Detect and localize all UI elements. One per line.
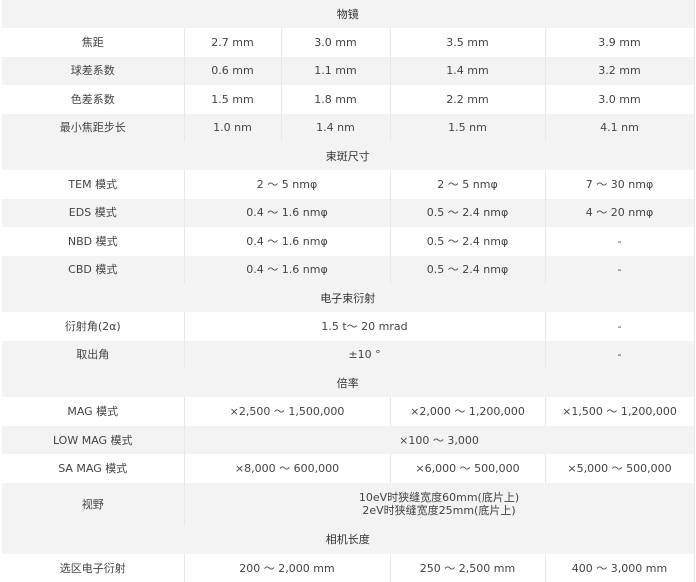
value-cell: 250 ～ 2,500 mm xyxy=(390,554,546,582)
table-row: 视野 10eV时狭缝宽度60mm(底片上) 2eV时狭缝宽度25mm(底片上) xyxy=(2,482,695,526)
value-cell: ×1,500 ～ 1,200,000 xyxy=(545,397,695,426)
row-label: 选区电子衍射 xyxy=(2,554,185,582)
value-cell: 3.9 mm xyxy=(545,28,695,57)
row-label: 色差系数 xyxy=(2,85,185,114)
row-label: 衍射角(2α) xyxy=(2,312,185,341)
table-row: TEM 模式 2 ～ 5 nmφ 2 ～ 5 nmφ 7 ～ 30 nmφ xyxy=(2,170,695,199)
value-cell: 400 ～ 3,000 mm xyxy=(545,554,695,582)
value-cell: 10eV时狭缝宽度60mm(底片上) 2eV时狭缝宽度25mm(底片上) xyxy=(184,482,695,526)
row-label: 视野 xyxy=(2,482,185,526)
row-label: 最小焦距步长 xyxy=(2,113,185,142)
row-label: TEM 模式 xyxy=(2,170,185,199)
value-cell: 0.5 ～ 2.4 nmφ xyxy=(390,198,546,228)
value-cell: 3.5 mm xyxy=(390,28,546,57)
value-cell: 0.5 ～ 2.4 nmφ xyxy=(390,227,546,256)
value-cell: - xyxy=(545,227,695,256)
value-line: 10eV时狭缝宽度60mm(底片上) xyxy=(358,491,520,505)
value-cell: 1.8 mm xyxy=(281,85,391,114)
value-cell: 1.5 nm xyxy=(390,113,546,142)
value-cell: ±10 ° xyxy=(184,340,546,370)
table-row: 色差系数 1.5 mm 1.8 mm 2.2 mm 3.0 mm xyxy=(2,85,695,114)
value-cell: 1.4 mm xyxy=(390,56,546,86)
table-row: 焦距 2.7 mm 3.0 mm 3.5 mm 3.9 mm xyxy=(2,28,695,57)
value-cell: - xyxy=(545,312,695,341)
section-header-row: 电子束衍射 xyxy=(2,283,695,313)
table-row: CBD 模式 0.4 ～ 1.6 nmφ 0.5 ～ 2.4 nmφ - xyxy=(2,255,695,284)
value-cell: 3.0 mm xyxy=(545,85,695,114)
section-header-row: 相机长度 xyxy=(2,525,695,555)
value-cell: ×5,000 ～ 500,000 xyxy=(545,454,695,483)
row-label: EDS 模式 xyxy=(2,198,185,228)
section-title: 物镜 xyxy=(2,0,695,29)
row-label: 球差系数 xyxy=(2,56,185,86)
value-cell: 4 ～ 20 nmφ xyxy=(545,198,695,228)
value-cell: 7 ～ 30 nmφ xyxy=(545,170,695,199)
table-row: 衍射角(2α) 1.5 t～ 20 mrad - xyxy=(2,312,695,341)
row-label: 焦距 xyxy=(2,28,185,57)
table-row: 选区电子衍射 200 ～ 2,000 mm 250 ～ 2,500 mm 400 ～ … xyxy=(2,554,695,582)
value-cell: - xyxy=(545,255,695,284)
table-row: 取出角 ±10 ° - xyxy=(2,340,695,370)
value-cell: 0.4 ～ 1.6 nmφ xyxy=(184,198,391,228)
table-row: SA MAG 模式 ×8,000 ～ 600,000 ×6,000 ～ 500,00… xyxy=(2,454,695,483)
table-row: EDS 模式 0.4 ～ 1.6 nmφ 0.5 ～ 2.4 nmφ 4 ～ 20 n… xyxy=(2,198,695,228)
row-label: NBD 模式 xyxy=(2,227,185,256)
value-cell: 3.0 mm xyxy=(281,28,391,57)
section-title: 电子束衍射 xyxy=(2,283,695,313)
value-cell: 1.0 nm xyxy=(184,113,282,142)
value-cell: 2 ～ 5 nmφ xyxy=(390,170,546,199)
value-cell: 0.6 mm xyxy=(184,56,282,86)
value-cell: 200 ～ 2,000 mm xyxy=(184,554,391,582)
value-line: 2eV时狭缝宽度25mm(底片上) xyxy=(362,504,516,518)
value-cell: ×2,000 ～ 1,200,000 xyxy=(390,397,546,426)
spec-table-body: 物镜 焦距 2.7 mm 3.0 mm 3.5 mm 3.9 mm 球差系数 0.6 mm 1.… xyxy=(2,0,695,582)
row-label: MAG 模式 xyxy=(2,397,185,426)
value-cell: - xyxy=(545,340,695,370)
value-cell: 0.4 ～ 1.6 nmφ xyxy=(184,255,391,284)
value-cell: ×2,500 ～ 1,500,000 xyxy=(184,397,391,426)
value-cell: 1.5 mm xyxy=(184,85,282,114)
value-cell: ×100 ～ 3,000 xyxy=(184,425,695,455)
value-cell: 0.5 ～ 2.4 nmφ xyxy=(390,255,546,284)
value-cell: 3.2 mm xyxy=(545,56,695,86)
table-row: LOW MAG 模式 ×100 ～ 3,000 xyxy=(2,425,695,455)
value-cell: 2 ～ 5 nmφ xyxy=(184,170,391,199)
value-cell: 2.2 mm xyxy=(390,85,546,114)
value-cell: ×8,000 ～ 600,000 xyxy=(184,454,391,483)
table-row: MAG 模式 ×2,500 ～ 1,500,000 ×2,000 ～ 1,200,0… xyxy=(2,397,695,426)
value-cell: 0.4 ～ 1.6 nmφ xyxy=(184,227,391,256)
spec-table: 物镜 焦距 2.7 mm 3.0 mm 3.5 mm 3.9 mm 球差系数 0.6 mm 1.… xyxy=(2,0,695,582)
table-row: 最小焦距步长 1.0 nm 1.4 nm 1.5 nm 4.1 nm xyxy=(2,113,695,142)
value-cell: 1.4 nm xyxy=(281,113,391,142)
section-header-row: 物镜 xyxy=(2,0,695,29)
value-cell: 4.1 nm xyxy=(545,113,695,142)
value-cell: 1.5 t～ 20 mrad xyxy=(184,312,546,341)
table-row: 球差系数 0.6 mm 1.1 mm 1.4 mm 3.2 mm xyxy=(2,56,695,86)
row-label: 取出角 xyxy=(2,340,185,370)
table-row: NBD 模式 0.4 ～ 1.6 nmφ 0.5 ～ 2.4 nmφ - xyxy=(2,227,695,256)
section-title: 相机长度 xyxy=(2,525,695,555)
section-title: 束斑尺寸 xyxy=(2,141,695,171)
value-cell: 2.7 mm xyxy=(184,28,282,57)
value-cell: ×6,000 ～ 500,000 xyxy=(390,454,546,483)
row-label: SA MAG 模式 xyxy=(2,454,185,483)
section-header-row: 束斑尺寸 xyxy=(2,141,695,171)
row-label: CBD 模式 xyxy=(2,255,185,284)
section-title: 倍率 xyxy=(2,369,695,398)
section-header-row: 倍率 xyxy=(2,369,695,398)
row-label: LOW MAG 模式 xyxy=(2,425,185,455)
value-cell: 1.1 mm xyxy=(281,56,391,86)
